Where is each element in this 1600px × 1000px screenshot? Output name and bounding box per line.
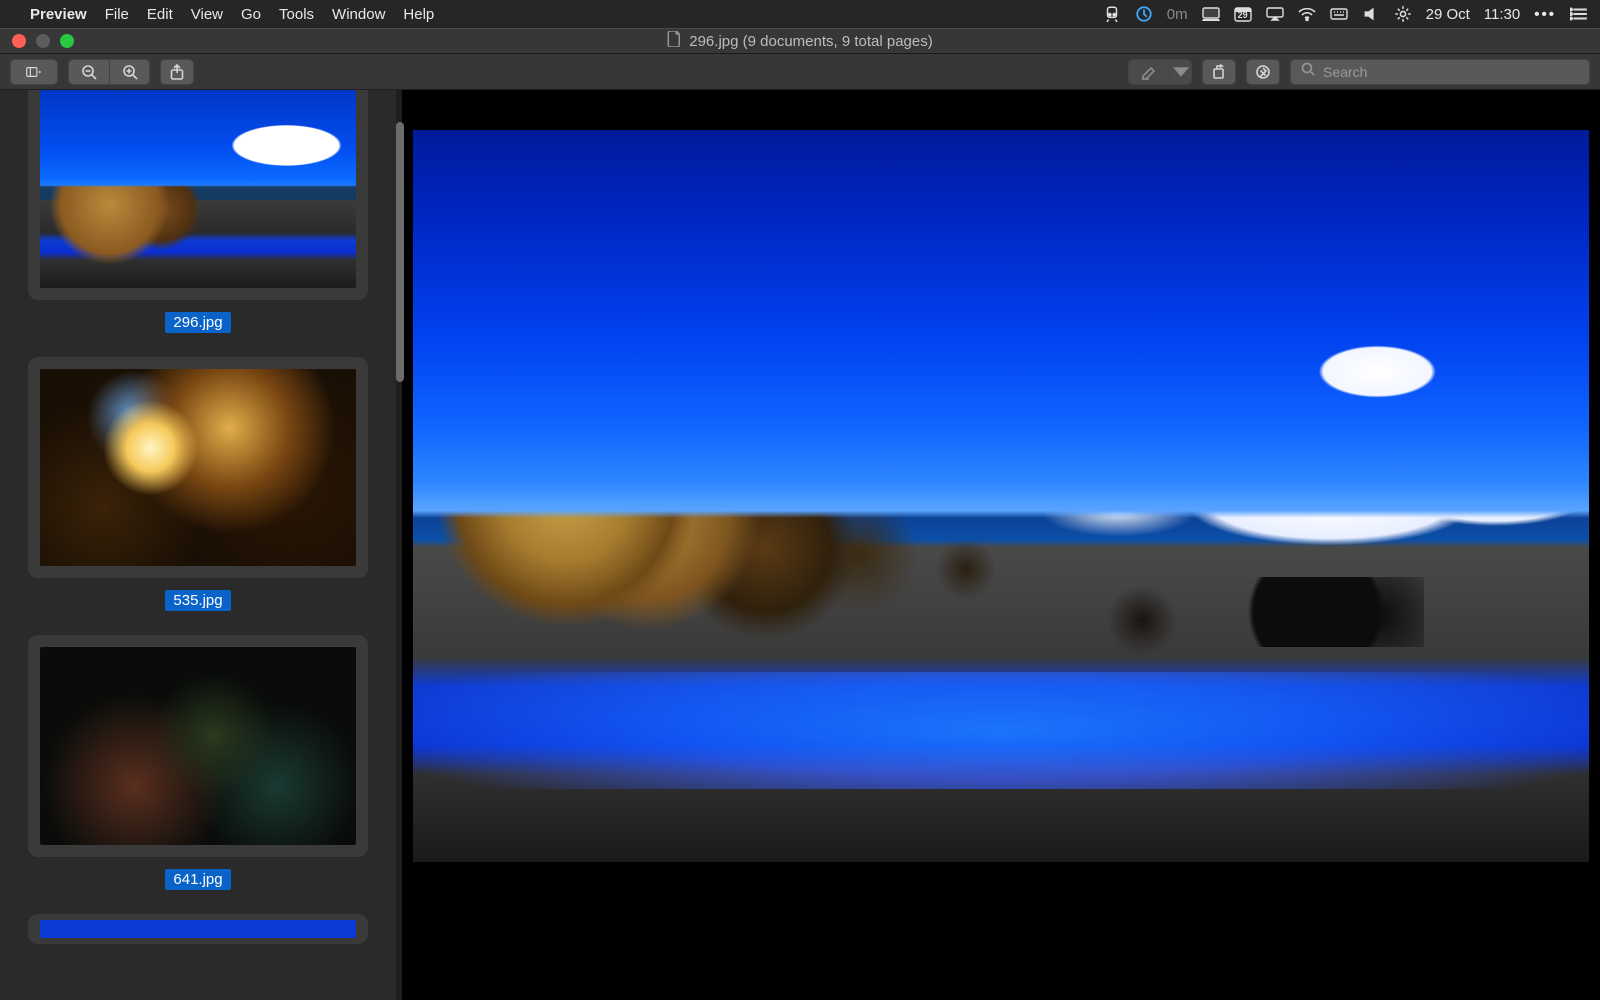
- window-body: 296.jpg 535.jpg 641.jpg: [0, 90, 1600, 1000]
- thumbnail-item[interactable]: [28, 90, 368, 300]
- toolbar-search[interactable]: [1290, 59, 1590, 85]
- menubar-right: 0m 29 29 Oct 11:30 •••: [1103, 5, 1588, 23]
- macos-menubar: Preview File Edit View Go Tools Window H…: [0, 0, 1600, 28]
- menubar-left: Preview File Edit View Go Tools Window H…: [12, 4, 434, 24]
- rotate-button[interactable]: [1202, 59, 1236, 85]
- status-calendar-icon[interactable]: 29: [1234, 5, 1252, 23]
- thumbnail-label[interactable]: 296.jpg: [165, 312, 230, 333]
- thumbnail-item[interactable]: [28, 635, 368, 857]
- highlight-button[interactable]: [1129, 60, 1169, 84]
- thumbnail-item[interactable]: [28, 357, 368, 579]
- image-canvas[interactable]: [402, 90, 1600, 1000]
- thumbnail-image: [40, 647, 356, 845]
- thumbnail-label[interactable]: 641.jpg: [165, 869, 230, 890]
- thumbnail-item[interactable]: [28, 914, 368, 944]
- status-dots-icon[interactable]: •••: [1534, 6, 1556, 23]
- menu-help[interactable]: Help: [403, 6, 434, 23]
- search-input[interactable]: [1323, 64, 1579, 80]
- zoom-out-button[interactable]: [69, 60, 109, 84]
- status-time[interactable]: 11:30: [1484, 6, 1520, 23]
- highlight-menu-button[interactable]: [1169, 60, 1191, 84]
- menu-go[interactable]: Go: [241, 6, 261, 23]
- status-display-icon[interactable]: [1202, 5, 1220, 23]
- window-title-text: 296.jpg (9 documents, 9 total pages): [689, 33, 933, 50]
- main-image: [413, 130, 1589, 862]
- menu-window[interactable]: Window: [332, 6, 385, 23]
- preview-window: 296.jpg (9 documents, 9 total pages): [0, 28, 1600, 1000]
- status-list-icon[interactable]: [1570, 5, 1588, 23]
- window-close-button[interactable]: [12, 34, 26, 48]
- status-extra-icon[interactable]: [1394, 5, 1412, 23]
- window-title: 296.jpg (9 documents, 9 total pages): [667, 31, 933, 51]
- menu-edit[interactable]: Edit: [147, 6, 173, 23]
- status-keyboard-icon[interactable]: [1330, 5, 1348, 23]
- status-sync-icon[interactable]: [1135, 5, 1153, 23]
- menu-tools[interactable]: Tools: [279, 6, 314, 23]
- zoom-in-button[interactable]: [109, 60, 149, 84]
- window-traffic-lights: [0, 34, 74, 48]
- window-titlebar[interactable]: 296.jpg (9 documents, 9 total pages): [0, 28, 1600, 54]
- markup-button[interactable]: [1246, 59, 1280, 85]
- menu-view[interactable]: View: [191, 6, 223, 23]
- menu-file[interactable]: File: [105, 6, 129, 23]
- search-icon: [1301, 62, 1315, 81]
- toolbar: [0, 54, 1600, 90]
- thumbnail-label[interactable]: 535.jpg: [165, 590, 230, 611]
- status-train-icon[interactable]: [1103, 5, 1121, 23]
- document-icon: [667, 31, 681, 51]
- thumbnail-image: [40, 920, 356, 938]
- thumbnail-sidebar[interactable]: 296.jpg 535.jpg 641.jpg: [0, 90, 402, 1000]
- status-calendar-day: 29: [1234, 10, 1252, 20]
- status-airplay-icon[interactable]: [1266, 5, 1284, 23]
- zoom-segment: [68, 59, 150, 85]
- status-date[interactable]: 29 Oct: [1426, 6, 1470, 23]
- window-minimize-button[interactable]: [36, 34, 50, 48]
- status-timer[interactable]: 0m: [1167, 6, 1188, 23]
- share-button[interactable]: [160, 59, 194, 85]
- menubar-app-name[interactable]: Preview: [30, 6, 87, 23]
- status-volume-icon[interactable]: [1362, 5, 1380, 23]
- thumbnail-image: [40, 369, 356, 567]
- sidebar-scrollbar-thumb[interactable]: [396, 122, 404, 382]
- sidebar-view-button[interactable]: [10, 59, 58, 85]
- status-wifi-icon[interactable]: [1298, 5, 1316, 23]
- window-zoom-button[interactable]: [60, 34, 74, 48]
- highlight-segment: [1128, 59, 1192, 85]
- thumbnail-image: [40, 90, 356, 288]
